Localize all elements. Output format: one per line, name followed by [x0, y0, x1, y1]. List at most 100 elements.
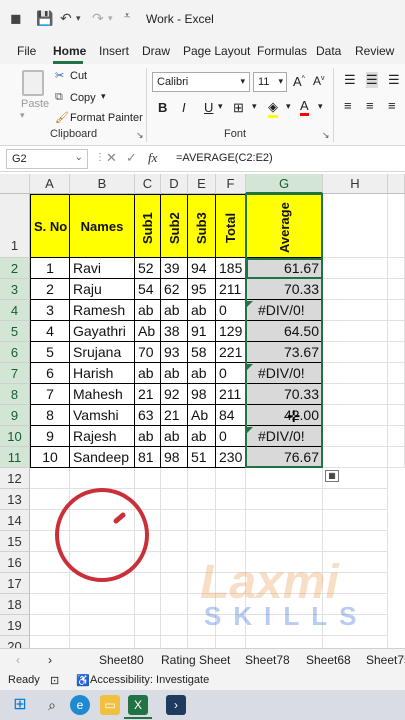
table-header-cell[interactable]: Total	[216, 194, 246, 258]
row-header-12[interactable]: 12	[0, 468, 30, 489]
column-header-b[interactable]: B	[70, 174, 135, 194]
table-cell[interactable]: 221	[216, 342, 246, 363]
tab-review[interactable]: Review	[355, 44, 394, 58]
table-cell[interactable]: ab	[188, 300, 216, 321]
error-indicator-icon[interactable]	[247, 301, 253, 307]
tab-data[interactable]: Data	[316, 44, 341, 58]
table-cell[interactable]: 185	[216, 258, 246, 279]
row-header-7[interactable]: 7	[0, 363, 30, 384]
table-cell[interactable]: ab	[161, 300, 188, 321]
format-painter-button[interactable]: Format Painter	[70, 112, 143, 124]
font-color-icon[interactable]: A	[300, 98, 309, 116]
empty-cell[interactable]	[323, 468, 388, 489]
empty-cell[interactable]	[388, 405, 405, 426]
font-name-select[interactable]: Calibri ▾	[152, 72, 250, 92]
empty-cell[interactable]	[161, 594, 188, 615]
table-cell[interactable]: Srujana	[70, 342, 135, 363]
underline-dropdown-icon[interactable]: ▾	[218, 101, 223, 112]
tab-home[interactable]: Home	[53, 44, 86, 58]
table-cell[interactable]: Harish	[70, 363, 135, 384]
align-left-icon[interactable]: ≡	[344, 98, 352, 113]
cut-button[interactable]: Cut	[70, 70, 87, 82]
row-header-6[interactable]: 6	[0, 342, 30, 363]
row-header-15[interactable]: 15	[0, 531, 30, 552]
table-cell[interactable]: 98	[161, 447, 188, 468]
empty-cell[interactable]	[388, 300, 405, 321]
table-cell[interactable]: Gayathri	[70, 321, 135, 342]
table-cell[interactable]: 52	[135, 258, 161, 279]
empty-cell[interactable]	[30, 615, 70, 636]
table-cell[interactable]: ab	[135, 426, 161, 447]
tab-page-layout[interactable]: Page Layout	[183, 44, 250, 58]
empty-cell[interactable]	[135, 594, 161, 615]
empty-cell[interactable]	[246, 489, 323, 510]
empty-cell[interactable]	[188, 531, 216, 552]
fill-color-icon[interactable]: ◈	[268, 99, 278, 118]
copy-button[interactable]: Copy	[70, 92, 96, 104]
file-explorer-icon[interactable]: ▭	[100, 695, 120, 715]
empty-cell[interactable]	[323, 531, 388, 552]
sheet-tab[interactable]: Sheet80	[99, 653, 144, 667]
table-cell[interactable]: 0	[216, 426, 246, 447]
table-cell[interactable]: ab	[161, 363, 188, 384]
table-cell[interactable]: Raju	[70, 279, 135, 300]
empty-cell[interactable]	[161, 573, 188, 594]
empty-cell[interactable]	[388, 258, 405, 279]
table-cell[interactable]: 39	[161, 258, 188, 279]
more-icon[interactable]: ⋮	[95, 152, 105, 163]
table-cell[interactable]: 54	[135, 279, 161, 300]
name-box[interactable]: G2 ⌄	[6, 149, 88, 169]
table-header-cell[interactable]: S. No	[30, 194, 70, 258]
table-header-cell[interactable]: Names	[70, 194, 135, 258]
table-cell[interactable]: 7	[30, 384, 70, 405]
column-header-c[interactable]: C	[135, 174, 161, 194]
row-header-13[interactable]: 13	[0, 489, 30, 510]
column-header-a[interactable]: A	[30, 174, 70, 194]
table-cell[interactable]: 211	[216, 384, 246, 405]
table-cell[interactable]: 58	[188, 342, 216, 363]
empty-cell[interactable]	[161, 531, 188, 552]
sheet-tab[interactable]: Sheet68	[306, 653, 351, 667]
table-cell[interactable]: 62	[161, 279, 188, 300]
underline-button[interactable]: U	[204, 100, 213, 115]
enter-icon[interactable]: ✓	[126, 150, 137, 166]
table-cell[interactable]: 1	[30, 258, 70, 279]
empty-cell[interactable]	[246, 531, 323, 552]
table-cell[interactable]: 2	[30, 279, 70, 300]
empty-cell[interactable]	[70, 615, 135, 636]
table-cell[interactable]: 84	[216, 405, 246, 426]
table-cell[interactable]: 38	[161, 321, 188, 342]
table-cell[interactable]: ab	[188, 426, 216, 447]
empty-cell[interactable]	[161, 615, 188, 636]
column-header-e[interactable]: E	[188, 174, 216, 194]
empty-cell[interactable]	[323, 405, 388, 426]
font-size-select[interactable]: 11 ▾	[253, 72, 287, 92]
table-cell[interactable]: Ab	[188, 405, 216, 426]
row-header-8[interactable]: 8	[0, 384, 30, 405]
sheet-tab[interactable]: Sheet78	[245, 653, 290, 667]
fill-color-dropdown-icon[interactable]: ▾	[286, 101, 291, 112]
macro-record-icon[interactable]: ⊡	[50, 674, 59, 687]
empty-cell[interactable]	[323, 321, 388, 342]
paste-icon[interactable]	[22, 70, 44, 96]
table-cell[interactable]: ab	[161, 426, 188, 447]
table-cell[interactable]: 9	[30, 426, 70, 447]
tab-file[interactable]: File	[17, 44, 36, 58]
empty-cell[interactable]	[161, 510, 188, 531]
table-cell[interactable]: 81	[135, 447, 161, 468]
windows-start-icon[interactable]: ⊞	[10, 695, 30, 715]
tab-formulas[interactable]: Formulas	[257, 44, 307, 58]
borders-dropdown-icon[interactable]: ▾	[252, 101, 257, 112]
empty-cell[interactable]	[323, 426, 388, 447]
select-all-corner[interactable]	[0, 174, 30, 194]
scroll-left-icon[interactable]: ‹	[16, 653, 20, 667]
empty-cell[interactable]	[161, 468, 188, 489]
empty-cell[interactable]	[323, 194, 388, 258]
empty-cell[interactable]	[216, 489, 246, 510]
column-header-h[interactable]: H	[323, 174, 388, 194]
table-cell[interactable]: 98	[188, 384, 216, 405]
copy-dropdown-icon[interactable]: ▾	[101, 91, 106, 102]
table-header-cell[interactable]: Sub1	[135, 194, 161, 258]
row-header-19[interactable]: 19	[0, 615, 30, 636]
empty-cell[interactable]	[388, 447, 405, 468]
